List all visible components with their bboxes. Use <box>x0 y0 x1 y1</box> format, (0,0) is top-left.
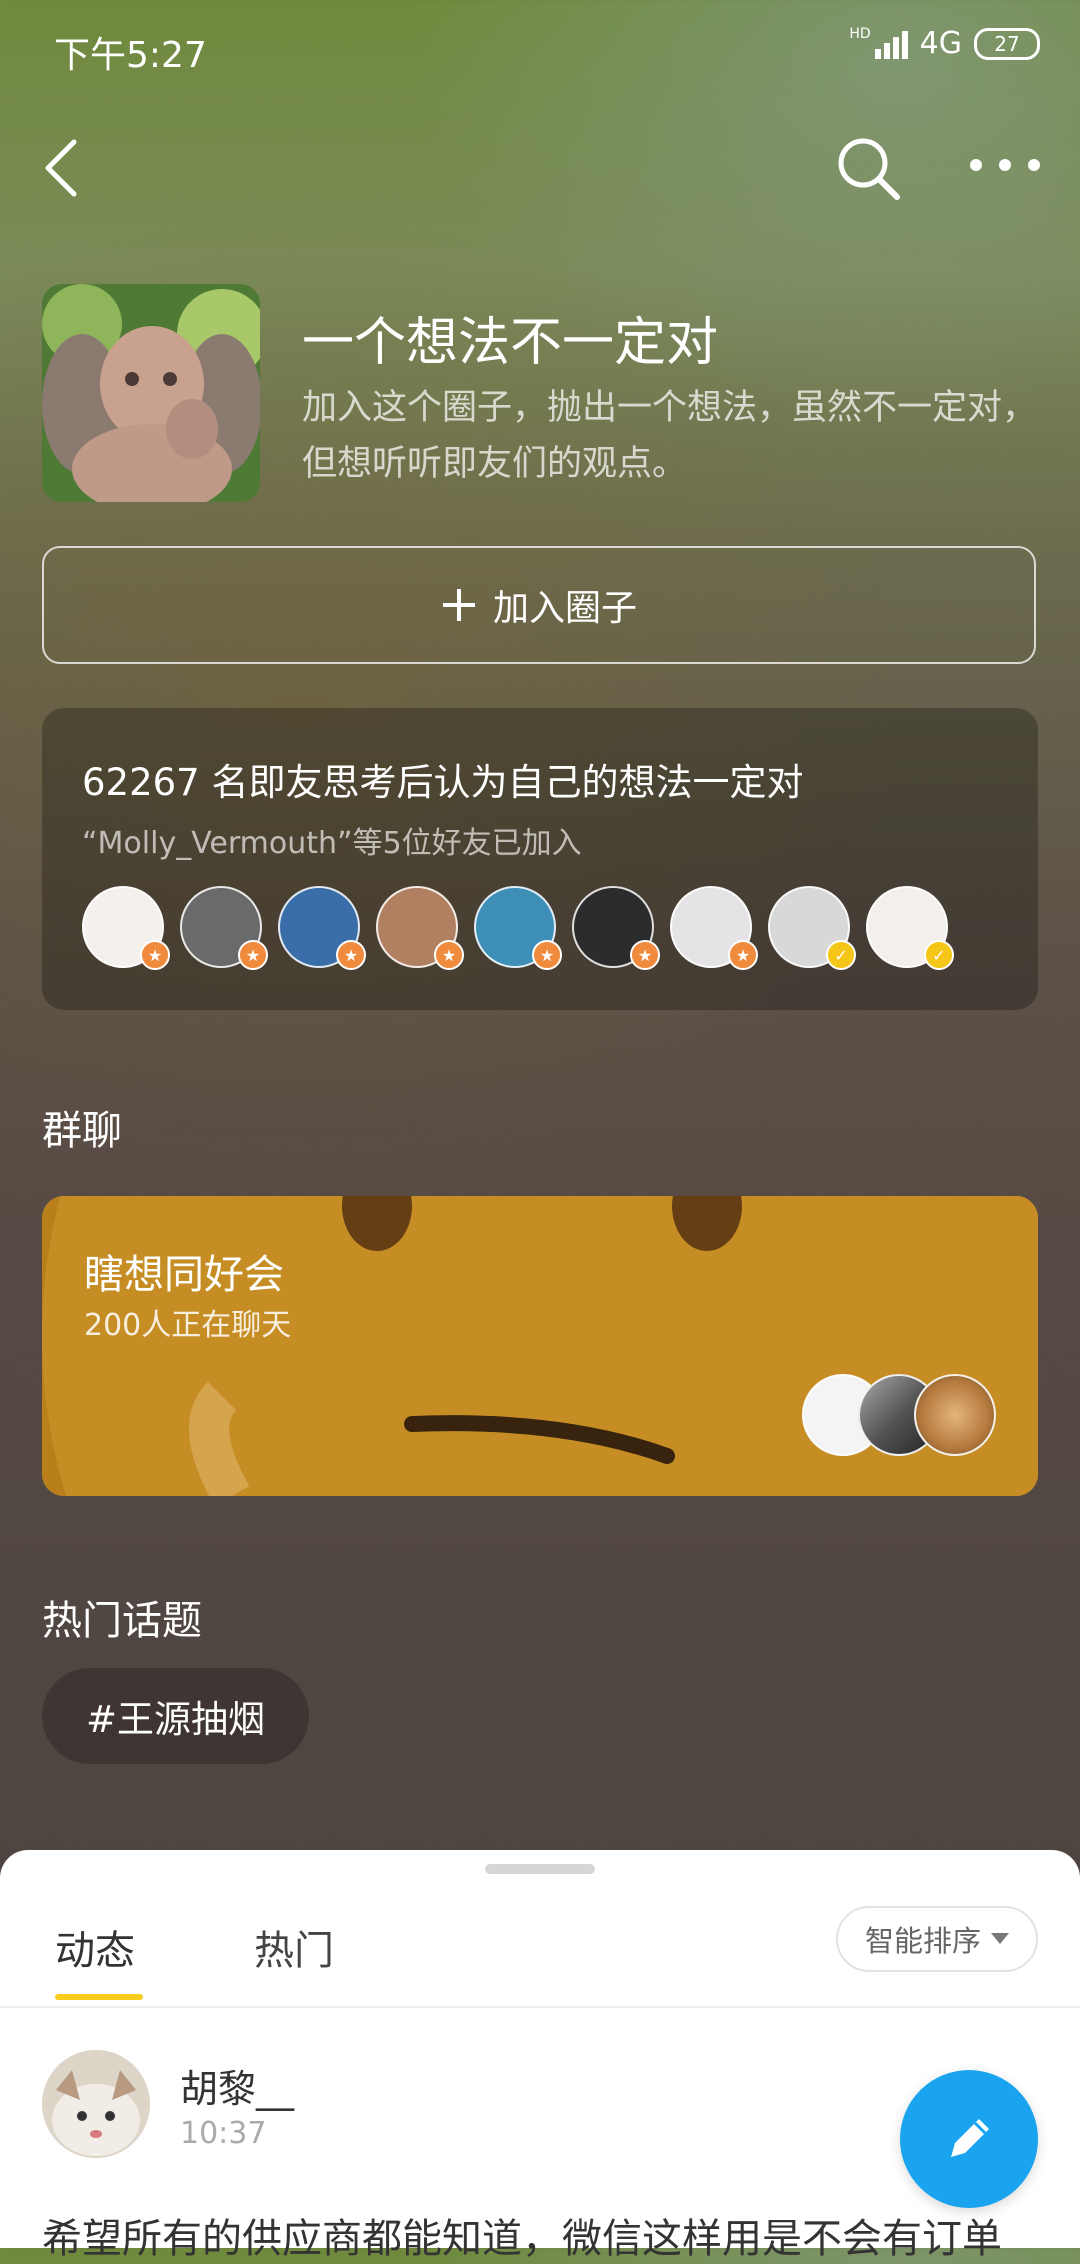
member-avatar-1[interactable]: ★ <box>82 886 170 970</box>
chat-member-avatar <box>914 1374 996 1456</box>
network-label: 4G <box>919 26 962 61</box>
search-icon <box>838 138 900 200</box>
star-badge-icon: ★ <box>336 940 366 970</box>
caret-down-icon <box>991 1933 1009 1944</box>
more-button[interactable] <box>960 135 1050 195</box>
member-avatar-5[interactable]: ★ <box>474 886 562 970</box>
back-button[interactable] <box>40 138 90 198</box>
group-chat-name: 瞎想同好会 <box>84 1252 284 1298</box>
member-avatar-3[interactable]: ★ <box>278 886 366 970</box>
compose-button[interactable] <box>900 2070 1038 2208</box>
group-chat-title: 群聊 <box>42 1108 122 1154</box>
member-avatar-8[interactable]: ✓ <box>768 886 856 970</box>
group-chat-card[interactable]: 瞎想同好会 200人正在聊天 <box>42 1196 1038 1496</box>
sort-label: 智能排序 <box>864 1924 981 1958</box>
status-time: 下午5:27 <box>54 35 207 76</box>
star-badge-icon: ★ <box>728 940 758 970</box>
friends-joined-text: “Molly_Vermouth”等5位好友已加入 <box>82 826 582 861</box>
verified-badge-icon: ✓ <box>924 940 954 970</box>
member-avatar-2[interactable]: ★ <box>180 886 268 970</box>
members-summary: 62267 名即友思考后认为自己的想法一定对 <box>82 761 804 804</box>
star-badge-icon: ★ <box>532 940 562 970</box>
star-badge-icon: ★ <box>140 940 170 970</box>
member-avatar-6[interactable]: ★ <box>572 886 660 970</box>
more-dots-icon <box>970 159 1040 171</box>
plus-icon <box>442 589 475 621</box>
star-badge-icon: ★ <box>630 940 660 970</box>
battery-icon: 27 <box>974 27 1040 60</box>
star-badge-icon: ★ <box>238 940 268 970</box>
group-chat-avatars <box>802 1374 996 1456</box>
pencil-icon <box>951 2119 989 2157</box>
circle-title: 一个想法不一定对 <box>302 313 719 373</box>
post-content[interactable]: 希望所有的供应商都能知道，微信这样用是不会有订单 <box>42 2206 1002 2264</box>
back-arrow-icon <box>45 139 77 197</box>
divider <box>0 2006 1080 2008</box>
hot-topics-title: 热门话题 <box>42 1598 202 1644</box>
member-avatar-4[interactable]: ★ <box>376 886 464 970</box>
post-username[interactable]: 胡黎__ <box>180 2058 294 2113</box>
post-timestamp: 10:37 <box>180 2116 267 2151</box>
star-badge-icon: ★ <box>434 940 464 970</box>
search-button[interactable] <box>835 135 905 205</box>
status-icons: HD 4G 27 <box>849 26 1040 61</box>
active-tab-indicator <box>55 1994 143 2000</box>
member-avatar-list[interactable]: ★ ★ ★ ★ ★ ★ ★ ✓ ✓ <box>82 886 954 970</box>
join-circle-label: 加入圈子 <box>492 588 637 629</box>
tab-dynamic[interactable]: 动态 <box>55 1918 135 1976</box>
sort-dropdown[interactable]: 智能排序 <box>836 1906 1038 1972</box>
tab-hot[interactable]: 热门 <box>254 1918 334 1976</box>
topic-chip[interactable]: #王源抽烟 <box>42 1668 310 1764</box>
member-avatar-9[interactable]: ✓ <box>866 886 954 970</box>
members-card[interactable]: 62267 名即友思考后认为自己的想法一定对 “Molly_Vermouth”等… <box>42 708 1038 1010</box>
verified-badge-icon: ✓ <box>826 940 856 970</box>
signal-icon <box>874 29 908 59</box>
circle-description: 加入这个圈子，抛出一个想法，虽然不一定对，但想听听即友们的观点。 <box>302 388 1038 484</box>
hd-label: HD <box>849 26 871 42</box>
feed-sheet: 动态 热门 智能排序 胡黎__ 10:37 希望所有的供应商都能知道，微信这样用… <box>0 1850 1080 2262</box>
circle-avatar <box>42 284 260 502</box>
join-circle-button[interactable]: 加入圈子 <box>42 546 1036 664</box>
sheet-drag-handle[interactable] <box>485 1864 595 1874</box>
group-chat-count: 200人正在聊天 <box>84 1308 292 1343</box>
member-avatar-7[interactable]: ★ <box>670 886 758 970</box>
post-user-avatar[interactable] <box>42 2050 150 2158</box>
